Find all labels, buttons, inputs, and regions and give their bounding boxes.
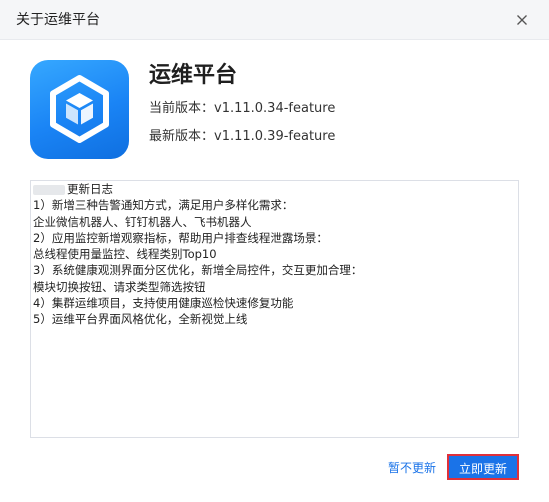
changelog-line: 1）新增三种告警通知方式，满足用户多样化需求：: [33, 198, 294, 213]
update-now-button[interactable]: 立即更新: [447, 454, 519, 480]
dialog-title: 关于运维平台: [16, 12, 100, 28]
redacted-text-mask: [33, 184, 65, 195]
changelog-line: 4）集群运维项目，支持使用健康巡检快速修复功能: [33, 296, 294, 311]
current-version: 当前版本：v1.11.0.34-feature: [149, 101, 336, 116]
changelog-line: 总线程使用量监控、线程类别Top10: [33, 247, 217, 262]
changelog-line: 5）运维平台界面风格优化，全新视觉上线: [33, 312, 248, 327]
changelog-line: 2）应用监控新增观察指标，帮助用户排查线程泄露场景：: [33, 230, 328, 245]
app-name: 运维平台: [149, 63, 238, 88]
changelog-line: 模块切换按钮、请求类型筛选按钮: [33, 279, 206, 294]
skip-update-button[interactable]: 暂不更新: [388, 458, 436, 478]
changelog-heading-row: 更新日志: [33, 181, 512, 197]
latest-version: 最新版本：v1.11.0.39-feature: [149, 129, 336, 144]
close-icon[interactable]: [513, 11, 531, 29]
changelog-line: 企业微信机器人、钉钉机器人、飞书机器人: [33, 214, 252, 229]
dialog-titlebar: 关于运维平台: [0, 0, 549, 40]
changelog-box[interactable]: 更新日志 1）新增三种告警通知方式，满足用户多样化需求： 企业微信机器人、钉钉机…: [30, 180, 519, 438]
app-logo-icon: [30, 60, 129, 159]
changelog-heading: 更新日志: [67, 182, 113, 196]
about-dialog: 关于运维平台 运维平台 当前版本：v1.11.0.34-feature 最新版本…: [0, 0, 549, 502]
changelog-line: 3）系统健康观测界面分区优化，新增全局控件，交互更加合理：: [33, 263, 363, 278]
